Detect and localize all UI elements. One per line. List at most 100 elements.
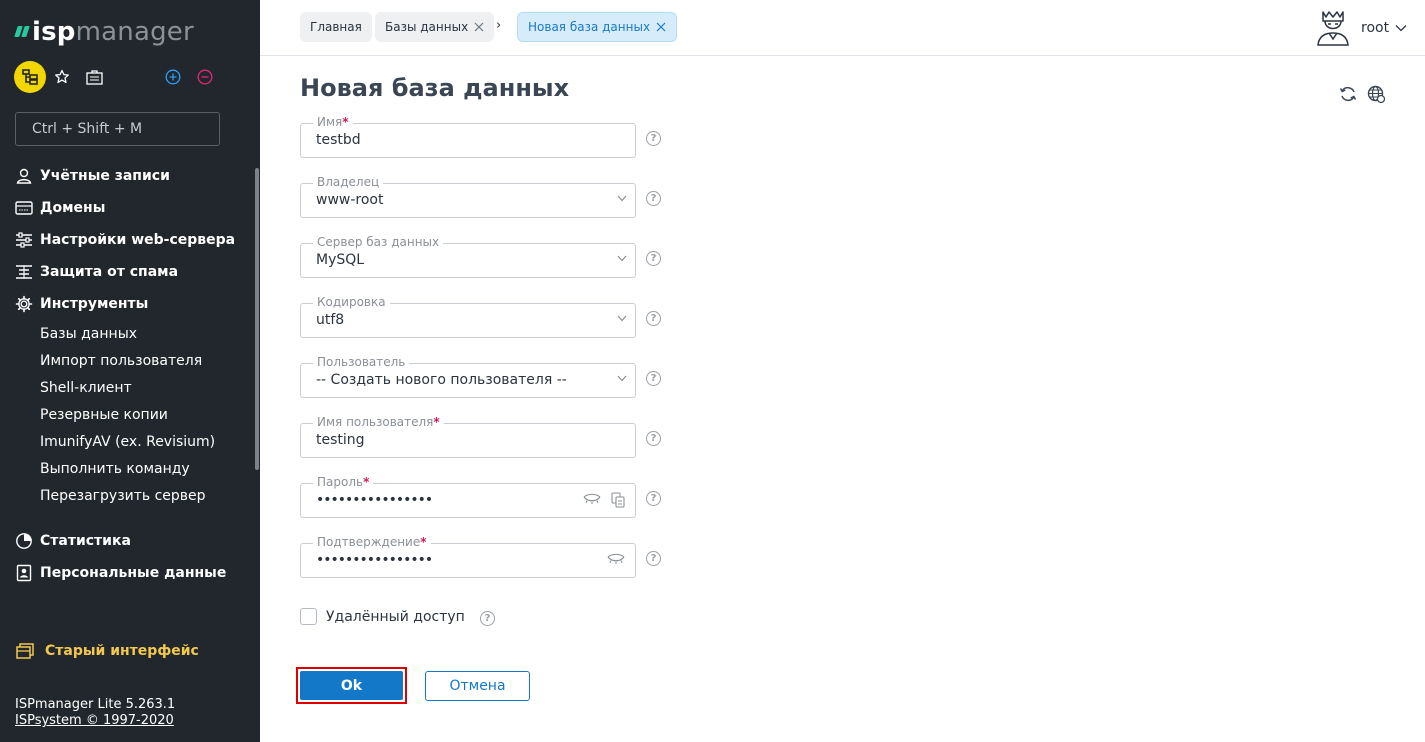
sidebar-subitem-reboot-server[interactable]: Перезагрузить сервер bbox=[40, 486, 206, 506]
expand-all-button[interactable] bbox=[163, 67, 183, 87]
field-value: www-root bbox=[316, 192, 384, 208]
field-value: MySQL bbox=[316, 252, 365, 268]
close-tab-icon[interactable] bbox=[656, 22, 666, 32]
old-interface-link[interactable]: Старый интерфейс bbox=[15, 641, 199, 661]
star-icon bbox=[55, 69, 69, 84]
help-icon[interactable]: ? bbox=[646, 311, 661, 326]
pie-chart-icon bbox=[14, 531, 34, 551]
breadcrumb-label: Базы данных bbox=[385, 20, 469, 34]
sidebar-item-label: Учётные записи bbox=[40, 168, 170, 184]
sidebar-item-label: Домены bbox=[40, 200, 106, 216]
sidebar-subitem-backups[interactable]: Резервные копии bbox=[40, 405, 168, 425]
sidebar-item-tools[interactable]: Инструменты bbox=[14, 292, 148, 316]
sidebar-subitem-run-command[interactable]: Выполнить команду bbox=[40, 459, 190, 479]
sidebar-item-label: Инструменты bbox=[40, 296, 149, 312]
spam-filter-icon bbox=[14, 262, 34, 282]
version-text: ISPmanager Lite 5.263.1 bbox=[15, 697, 176, 712]
sidebar-subitem-shell-client[interactable]: Shell-клиент bbox=[40, 378, 132, 398]
field-value: testbd bbox=[316, 132, 361, 148]
logo-text-isp: isp bbox=[32, 17, 76, 47]
users-icon bbox=[14, 166, 34, 186]
refresh-icon[interactable] bbox=[1338, 84, 1358, 104]
globe-help-icon[interactable] bbox=[1366, 84, 1386, 104]
logo-mark-icon bbox=[14, 26, 30, 37]
user-avatar-icon bbox=[1317, 11, 1349, 46]
sidebar-scrollbar[interactable] bbox=[255, 168, 259, 470]
help-icon[interactable]: ? bbox=[646, 251, 661, 266]
breadcrumb-databases[interactable]: Базы данных bbox=[375, 12, 495, 42]
encoding-select[interactable]: Кодировка utf8 bbox=[300, 295, 636, 338]
sidebar-item-spam-protection[interactable]: Защита от спама bbox=[14, 260, 178, 284]
collapse-all-button[interactable] bbox=[195, 67, 215, 87]
sidebar-subitem-imunifyav[interactable]: ImunifyAV (ex. Revisium) bbox=[40, 432, 215, 452]
remote-access-checkbox[interactable] bbox=[300, 608, 317, 625]
personal-data-icon bbox=[14, 563, 34, 583]
menu-tree-icon bbox=[22, 69, 38, 85]
sidebar-item-personal-data[interactable]: Персональные данные bbox=[14, 561, 226, 585]
chevron-down-icon bbox=[617, 195, 627, 202]
chevron-down-icon bbox=[617, 315, 627, 322]
ok-button[interactable]: Ok bbox=[300, 671, 403, 700]
sidebar-item-label: Защита от спама bbox=[40, 264, 179, 280]
help-icon[interactable]: ? bbox=[646, 131, 661, 146]
breadcrumb-separator: › bbox=[496, 18, 502, 33]
briefcase-icon bbox=[85, 70, 103, 85]
show-password-icon[interactable] bbox=[607, 553, 625, 565]
menu-tree-button[interactable] bbox=[14, 61, 46, 93]
help-icon[interactable]: ? bbox=[646, 191, 661, 206]
chevron-down-icon bbox=[617, 255, 627, 262]
sidebar: isp manager Ctrl + Shift + M Учётные запи… bbox=[0, 0, 260, 742]
plus-circle-icon bbox=[165, 69, 181, 85]
breadcrumb-label: Новая база данных bbox=[528, 20, 651, 34]
sidebar-item-accounts[interactable]: Учётные записи bbox=[14, 164, 170, 188]
sidebar-item-label: Настройки web-сервера bbox=[40, 232, 236, 248]
domain-icon bbox=[14, 198, 34, 218]
breadcrumb-label: Главная bbox=[310, 20, 362, 34]
password-field[interactable]: Пароль* •••••••••••••••• bbox=[300, 475, 636, 518]
help-icon[interactable]: ? bbox=[480, 611, 495, 626]
copyright-link[interactable]: ISPsystem © 1997-2020 bbox=[15, 713, 175, 729]
sidebar-item-statistics[interactable]: Статистика bbox=[14, 529, 131, 553]
username-field[interactable]: Имя пользователя* testing bbox=[300, 415, 636, 458]
sidebar-toolbar bbox=[14, 61, 224, 93]
close-tab-icon[interactable] bbox=[474, 22, 484, 32]
page-actions bbox=[1338, 84, 1386, 104]
name-field[interactable]: Имя* testbd bbox=[300, 115, 636, 158]
help-icon[interactable]: ? bbox=[646, 371, 661, 386]
old-interface-icon bbox=[15, 641, 35, 661]
sidebar-footer: ISPmanager Lite 5.263.1 ISPsystem © 1997… bbox=[15, 697, 175, 729]
remote-access-label[interactable]: Удалённый доступ bbox=[326, 609, 465, 625]
owner-select[interactable]: Владелец www-root bbox=[300, 175, 636, 218]
sidebar-subitem-user-import[interactable]: Импорт пользователя bbox=[40, 351, 202, 371]
help-icon[interactable]: ? bbox=[646, 491, 661, 506]
cancel-button[interactable]: Отмена bbox=[425, 671, 530, 701]
required-mark: * bbox=[433, 415, 440, 429]
user-menu[interactable]: root bbox=[1285, 6, 1425, 50]
tasks-button[interactable] bbox=[84, 67, 104, 87]
remote-access-row: Удалённый доступ bbox=[300, 608, 465, 625]
sidebar-item-web-server-settings[interactable]: Настройки web-сервера bbox=[14, 228, 235, 252]
field-value: testing bbox=[316, 432, 365, 448]
password-confirm-field[interactable]: Подтверждение* •••••••••••••••• bbox=[300, 535, 636, 578]
minus-circle-icon bbox=[197, 69, 213, 85]
user-select[interactable]: Пользователь -- Создать нового пользоват… bbox=[300, 355, 636, 398]
page-title: Новая база данных bbox=[300, 74, 570, 102]
ispmanager-logo[interactable]: isp manager bbox=[14, 17, 194, 47]
ok-button-highlight: Ok bbox=[296, 667, 407, 704]
gear-icon bbox=[14, 294, 34, 314]
breadcrumb-home[interactable]: Главная bbox=[300, 12, 372, 42]
breadcrumb-new-database[interactable]: Новая база данных bbox=[517, 12, 678, 42]
field-value: utf8 bbox=[316, 312, 345, 328]
help-icon[interactable]: ? bbox=[646, 431, 661, 446]
favorites-button[interactable] bbox=[52, 67, 72, 87]
menu-search-input[interactable]: Ctrl + Shift + M bbox=[15, 112, 220, 146]
database-server-select[interactable]: Сервер баз данных MySQL bbox=[300, 235, 636, 278]
sidebar-item-domains[interactable]: Домены bbox=[14, 196, 105, 220]
field-value: -- Создать нового пользователя -- bbox=[316, 372, 567, 388]
show-password-icon[interactable] bbox=[583, 493, 601, 505]
sidebar-subitem-databases[interactable]: Базы данных bbox=[40, 324, 137, 344]
top-header: Главная Базы данных › Новая база данных … bbox=[260, 0, 1425, 56]
field-value: •••••••••••••••• bbox=[316, 552, 433, 568]
generate-password-icon[interactable] bbox=[611, 492, 625, 508]
help-icon[interactable]: ? bbox=[646, 551, 661, 566]
